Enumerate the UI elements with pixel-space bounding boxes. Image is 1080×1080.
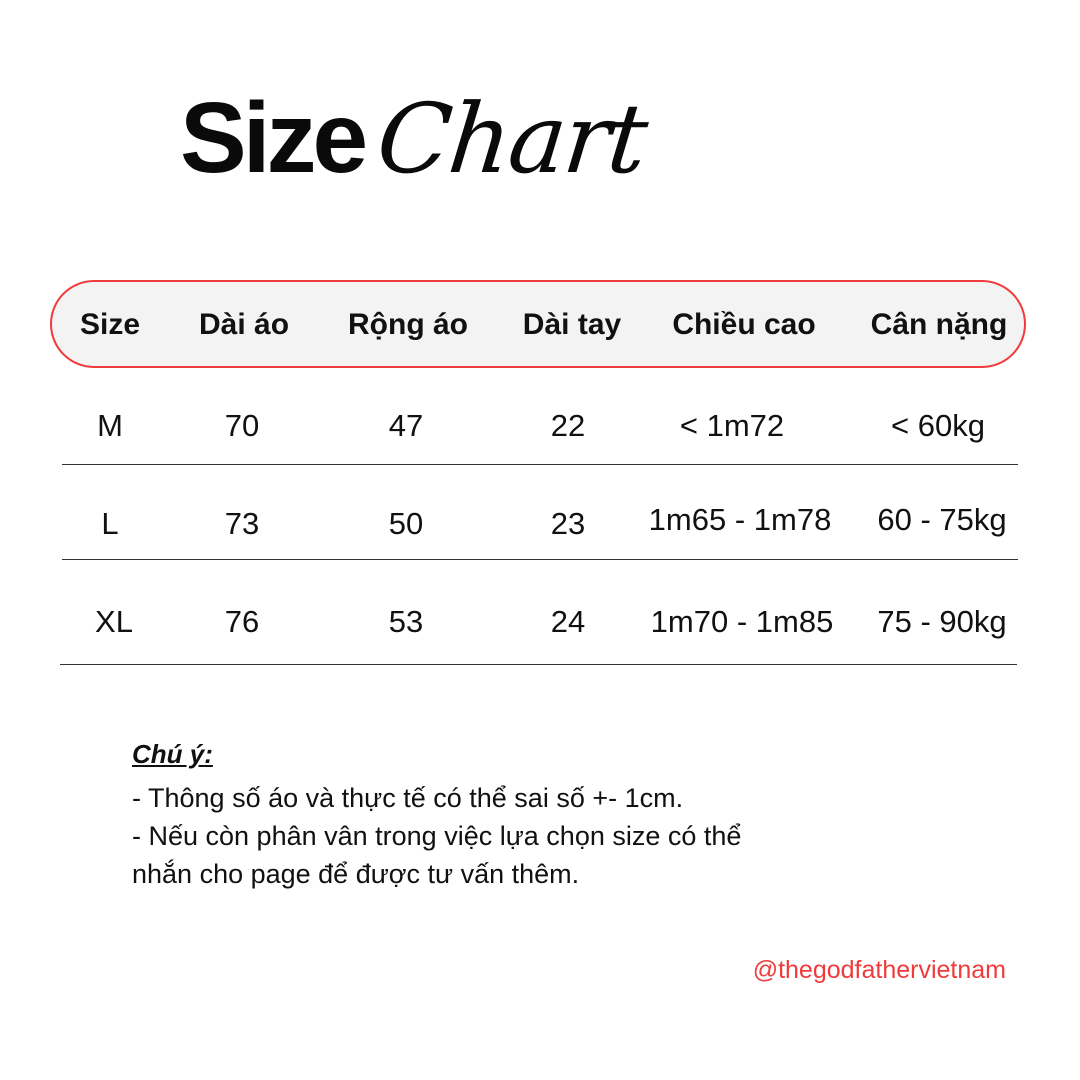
header-rong-ao: Rộng áo [348,308,468,341]
header-can-nang: Cân nặng [870,308,1008,341]
cell-size: L [101,506,119,541]
cell-dai-ao: 76 [224,604,260,639]
cell-chieu-cao: 1m70 - 1m85 [650,604,834,639]
cell-can-nang: 75 - 90kg [877,604,1007,639]
social-handle: @thegodfathervietnam [752,956,1006,984]
table-row: L 73 50 23 1m65 - 1m78 60 - 75kg [0,502,1080,566]
cell-rong-ao: 50 [388,506,424,541]
cell-chieu-cao: 1m65 - 1m78 [648,502,832,537]
table-row: M 70 47 22 < 1m72 < 60kg [0,408,1080,468]
header-size: Size [79,308,141,341]
table-row: XL 76 53 24 1m70 - 1m85 75 - 90kg [0,604,1080,664]
cell-can-nang: < 60kg [891,408,985,443]
header-dai-tay: Dài tay [522,308,622,341]
title-bold-text: Size [180,82,368,194]
cell-dai-tay: 22 [550,408,586,443]
header-dai-ao: Dài áo [198,308,290,341]
note-line: - Thông số áo và thực tế có thể sai số +… [132,783,684,813]
cell-dai-ao: 73 [224,506,260,541]
row-divider [60,664,1017,665]
cell-size: XL [95,604,133,639]
cell-rong-ao: 53 [388,604,424,639]
note-line: nhắn cho page để được tư vấn thêm. [132,859,580,889]
title-script-text: Chart [372,83,651,195]
row-divider [62,559,1018,560]
cell-can-nang: 60 - 75kg [877,502,1007,537]
table-header: Size Dài áo Rộng áo Dài tay Chiều cao Câ… [50,280,1026,368]
cell-size: M [97,408,123,443]
cell-rong-ao: 47 [388,408,424,443]
cell-dai-tay: 24 [550,604,586,639]
note-title: Chú ý: [132,739,213,769]
row-divider [62,464,1018,465]
cell-dai-ao: 70 [224,408,260,443]
page-title: Size Chart [180,82,651,208]
note-section: Chú ý: - Thông số áo và thực tế có thể s… [132,735,741,893]
cell-dai-tay: 23 [550,506,586,541]
note-line: - Nếu còn phân vân trong việc lựa chọn s… [132,821,742,851]
cell-chieu-cao: < 1m72 [679,408,785,443]
header-chieu-cao: Chiều cao [672,308,816,341]
